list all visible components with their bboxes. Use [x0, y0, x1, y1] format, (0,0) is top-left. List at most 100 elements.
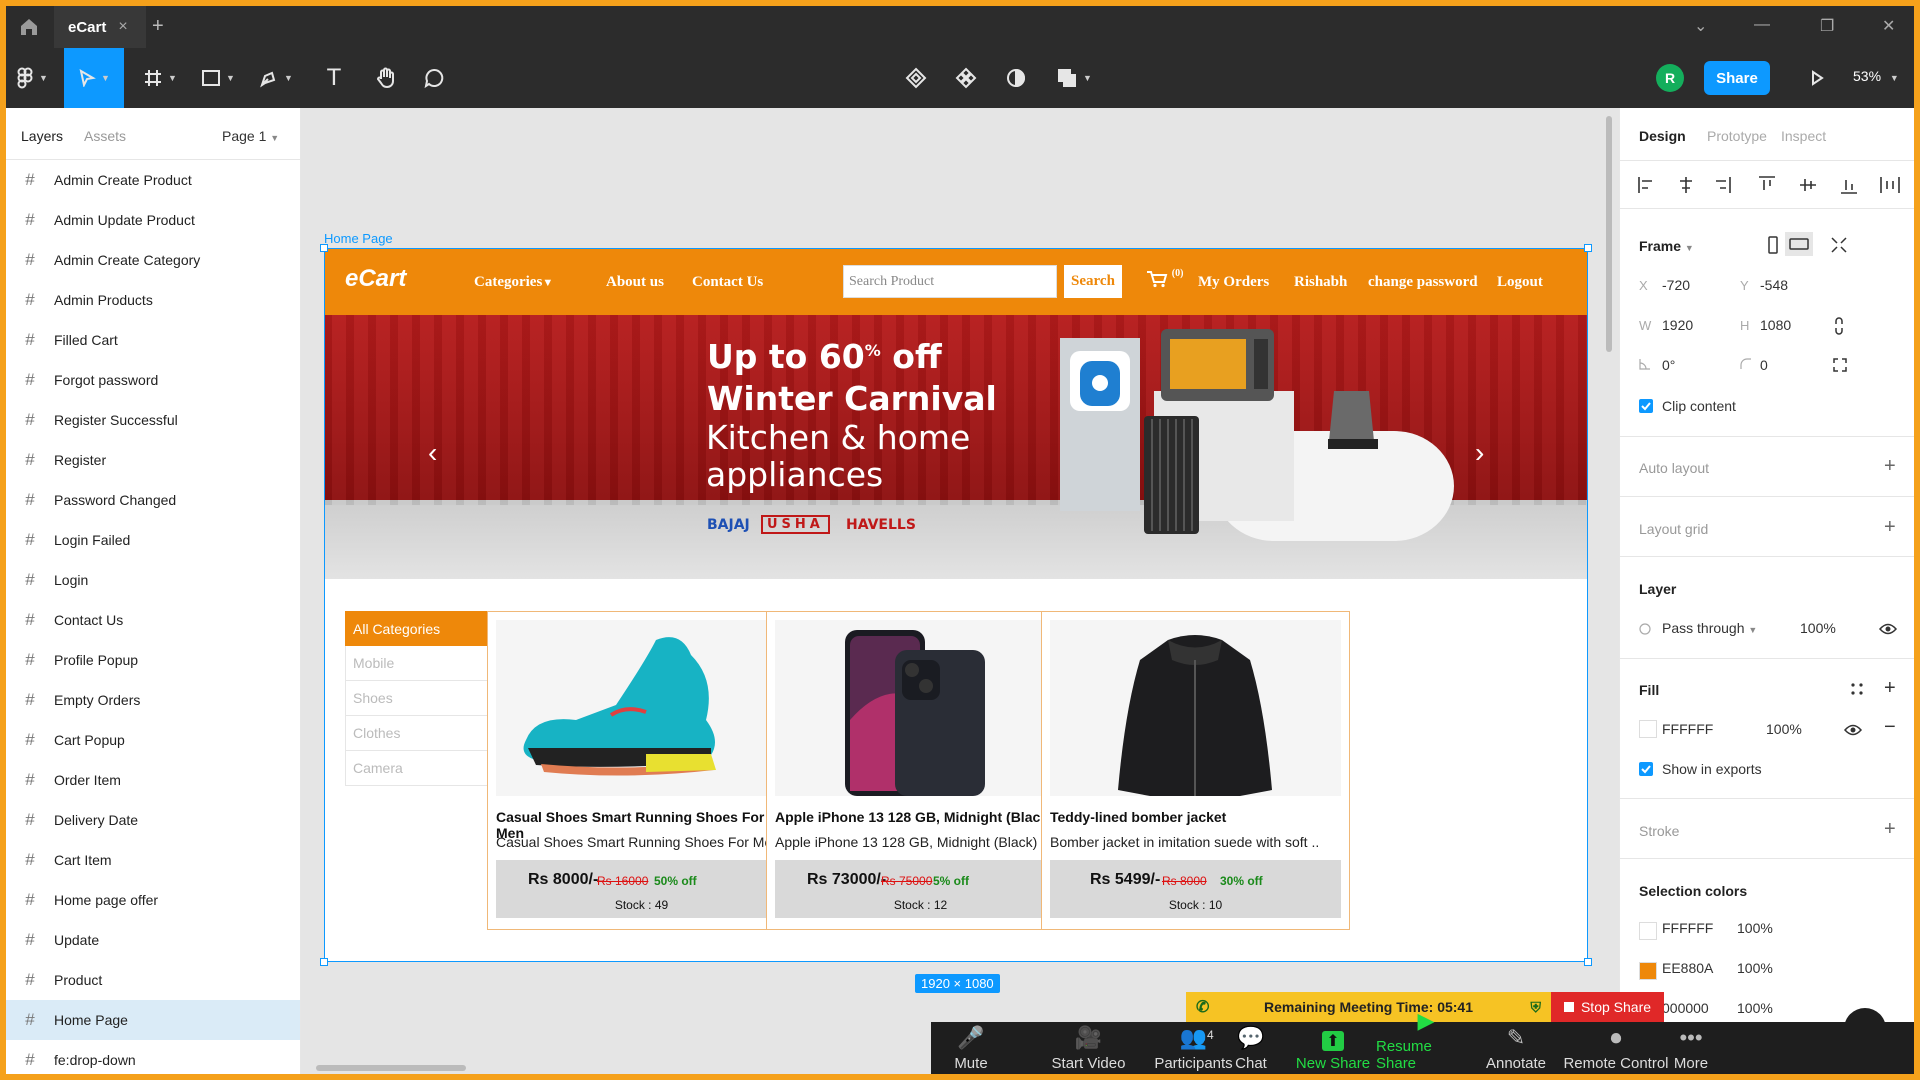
fill-opacity-field[interactable]: 100% [1766, 721, 1802, 737]
product-image[interactable] [496, 620, 787, 796]
close-tab-icon[interactable]: × [118, 18, 127, 36]
nav-user[interactable]: Rishabh [1294, 274, 1347, 291]
window-close-icon[interactable]: ✕ [1882, 16, 1895, 36]
eye-icon[interactable] [1844, 723, 1862, 737]
meeting-button-remote-control[interactable]: ⏺ Remote Control [1556, 1022, 1676, 1074]
layer-item[interactable]: # Update [6, 920, 300, 960]
portrait-icon[interactable] [1766, 236, 1780, 254]
offer-banner[interactable]: Up to 60% off Winter Carnival Kitchen & … [324, 315, 1588, 579]
blend-mode-dropdown[interactable]: Pass through ▼ [1662, 620, 1757, 636]
show-in-exports-checkbox[interactable] [1639, 762, 1653, 776]
share-button[interactable]: Share [1704, 61, 1770, 95]
add-stroke-icon[interactable]: + [1884, 818, 1896, 841]
fill-hex-field[interactable]: FFFFFF [1662, 721, 1713, 737]
create-component-button[interactable] [896, 48, 936, 108]
layer-item[interactable]: # Login Failed [6, 520, 300, 560]
product-card[interactable]: Apple iPhone 13 128 GB, Midnight (Black)… [766, 611, 1075, 930]
layer-item[interactable]: # Forgot password [6, 360, 300, 400]
category-item[interactable]: Shoes [345, 681, 503, 716]
alignment-icons[interactable] [1636, 174, 1906, 196]
new-tab-icon[interactable]: + [152, 15, 164, 38]
product-title[interactable]: Teddy-lined bomber jacket [1050, 809, 1226, 825]
independent-corners-icon[interactable] [1832, 357, 1848, 373]
fill-color-swatch[interactable] [1639, 720, 1657, 738]
layer-item[interactable]: # Password Changed [6, 480, 300, 520]
nav-my-orders[interactable]: My Orders [1198, 274, 1269, 291]
home-icon[interactable] [16, 15, 42, 39]
frame-tool-button[interactable]: ▼ [138, 48, 182, 108]
layer-item[interactable]: # Login [6, 560, 300, 600]
minimize-icon[interactable]: — [1754, 16, 1770, 34]
banner-prev-arrow[interactable]: ‹ [428, 437, 437, 469]
tab-prototype[interactable]: Prototype [1707, 128, 1767, 144]
components-button[interactable] [946, 48, 986, 108]
resize-to-fit-icon[interactable] [1830, 236, 1848, 254]
stop-share-button[interactable]: Stop Share [1551, 992, 1664, 1022]
hand-tool-button[interactable] [366, 48, 406, 108]
layer-item[interactable]: # Filled Cart [6, 320, 300, 360]
constrain-proportions-icon[interactable] [1832, 316, 1846, 336]
product-image[interactable] [1050, 620, 1341, 796]
corner-radius-field[interactable]: 0 [1760, 357, 1768, 373]
meeting-button-annotate[interactable]: ✎ Annotate [1476, 1022, 1556, 1074]
height-field[interactable]: 1080 [1760, 317, 1791, 333]
tab-assets[interactable]: Assets [84, 128, 126, 144]
category-item[interactable]: Mobile [345, 646, 503, 681]
remove-fill-icon[interactable]: − [1884, 716, 1896, 739]
ecart-logo[interactable]: eCart [345, 265, 406, 293]
layer-item[interactable]: # Register Successful [6, 400, 300, 440]
canvas[interactable]: Home Page eCart Categories▼ About us Con… [301, 108, 1619, 1074]
product-card[interactable]: Teddy-lined bomber jacket Bomber jacket i… [1041, 611, 1350, 930]
present-button[interactable] [1802, 48, 1832, 108]
tab-design[interactable]: Design [1639, 128, 1686, 144]
meeting-button-new-share[interactable]: ⬆ New Share [1289, 1022, 1377, 1074]
layer-item[interactable]: # Admin Update Product [6, 200, 300, 240]
meeting-button-more[interactable]: ••• More [1666, 1022, 1716, 1074]
mask-button[interactable] [996, 48, 1036, 108]
layer-item[interactable]: # Cart Item [6, 840, 300, 880]
add-fill-icon[interactable]: + [1884, 677, 1896, 700]
layer-item[interactable]: # Register [6, 440, 300, 480]
layer-item[interactable]: # Admin Create Category [6, 240, 300, 280]
selection-color-hex[interactable]: 000000 [1662, 1000, 1709, 1016]
nav-categories[interactable]: Categories▼ [474, 274, 553, 291]
layer-item[interactable]: # fe:drop-down [6, 1040, 300, 1074]
layer-item[interactable]: # Profile Popup [6, 640, 300, 680]
layer-item[interactable]: # Empty Orders [6, 680, 300, 720]
selection-color-swatch[interactable] [1639, 922, 1657, 940]
product-card[interactable]: Casual Shoes Smart Running Shoes For Men… [487, 611, 796, 930]
shape-tool-button[interactable]: ▼ [196, 48, 240, 108]
style-grid-icon[interactable] [1850, 682, 1864, 696]
category-item[interactable]: Camera [345, 751, 503, 786]
add-layout-grid-icon[interactable]: + [1884, 516, 1896, 539]
tab-inspect[interactable]: Inspect [1781, 128, 1826, 144]
search-button[interactable]: Search [1064, 265, 1122, 298]
meeting-button-resume-share[interactable]: ▶ Resume Share [1376, 1008, 1476, 1074]
selection-color-opacity[interactable]: 100% [1737, 960, 1773, 976]
layer-item[interactable]: # Cart Popup [6, 720, 300, 760]
zoom-dropdown[interactable]: 53% ▼ [1853, 68, 1899, 84]
meeting-button-start-video[interactable]: 🎥 Start Video [1036, 1022, 1141, 1074]
add-auto-layout-icon[interactable]: + [1884, 455, 1896, 478]
selection-color-opacity[interactable]: 100% [1737, 1000, 1773, 1016]
vertical-scrollbar[interactable] [1606, 116, 1612, 352]
layer-item[interactable]: # Home page offer [6, 880, 300, 920]
banner-next-arrow[interactable]: › [1475, 437, 1484, 469]
tab-layers[interactable]: Layers [21, 128, 63, 144]
selection-color-hex[interactable]: FFFFFF [1662, 920, 1713, 936]
clip-content-checkbox[interactable] [1639, 399, 1653, 413]
layer-item[interactable]: # Admin Products [6, 280, 300, 320]
nav-change-password[interactable]: change password [1368, 274, 1478, 291]
layer-item[interactable]: # Contact Us [6, 600, 300, 640]
selection-color-opacity[interactable]: 100% [1737, 920, 1773, 936]
file-tab[interactable]: eCart × [54, 6, 146, 48]
move-tool-button[interactable]: ▼ [64, 48, 124, 108]
meeting-button-mute[interactable]: 🎤 Mute [941, 1022, 1001, 1074]
category-item[interactable]: Clothes [345, 716, 503, 751]
layer-item[interactable]: # Home Page [6, 1000, 300, 1040]
search-input[interactable]: Search Product [843, 265, 1057, 298]
frame-section-title[interactable]: Frame ▼ [1639, 238, 1694, 254]
meeting-button-chat[interactable]: 💬 Chat [1221, 1022, 1281, 1074]
frame-label[interactable]: Home Page [324, 231, 393, 246]
nav-contact[interactable]: Contact Us [692, 274, 763, 291]
